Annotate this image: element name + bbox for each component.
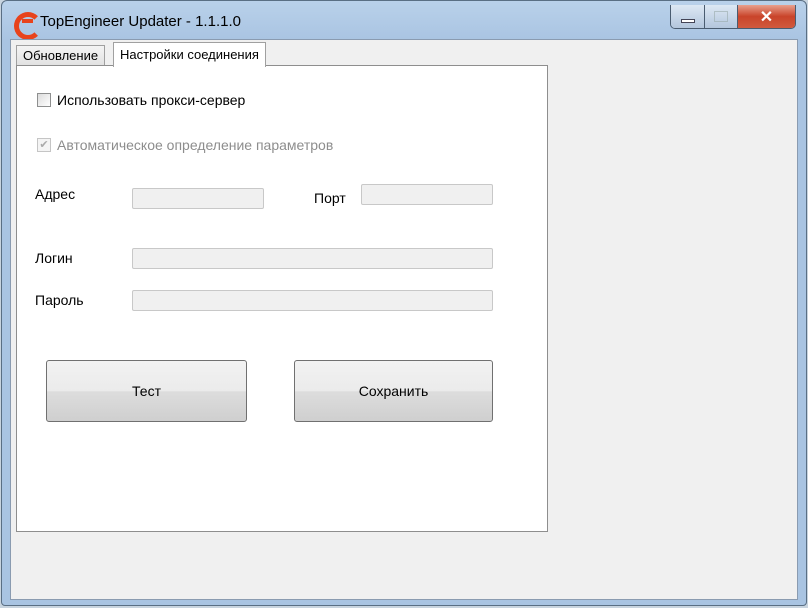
use-proxy-checkbox[interactable]: Использовать прокси-сервер bbox=[37, 92, 245, 108]
auto-detect-label: Автоматическое определение параметров bbox=[57, 137, 334, 153]
password-label: Пароль bbox=[35, 292, 84, 308]
use-proxy-label: Использовать прокси-сервер bbox=[57, 92, 246, 108]
window-title: TopEngineer Updater - 1.1.1.0 bbox=[40, 12, 241, 30]
connection-settings-panel: Использовать прокси-сервер ✔ Автоматичес… bbox=[16, 65, 548, 532]
close-button[interactable]: ✕ bbox=[738, 5, 795, 28]
login-input[interactable] bbox=[132, 248, 493, 269]
client-area: Обновление Настройки соединения Использо… bbox=[10, 39, 798, 600]
window-controls: ✕ bbox=[670, 5, 796, 29]
tab-connection-settings[interactable]: Настройки соединения bbox=[113, 42, 266, 67]
maximize-icon bbox=[714, 11, 728, 22]
check-icon: ✔ bbox=[37, 138, 51, 152]
close-icon: ✕ bbox=[759, 8, 774, 26]
test-button[interactable]: Тест bbox=[46, 360, 247, 422]
address-input[interactable] bbox=[132, 188, 264, 209]
minimize-button[interactable] bbox=[671, 5, 705, 28]
app-logo-icon bbox=[14, 12, 42, 40]
save-button[interactable]: Сохранить bbox=[294, 360, 493, 422]
login-label: Логин bbox=[35, 250, 73, 266]
address-label: Адрес bbox=[35, 186, 76, 202]
password-input[interactable] bbox=[132, 290, 493, 311]
port-label: Порт bbox=[314, 190, 346, 206]
maximize-button[interactable] bbox=[705, 5, 738, 28]
title-bar: TopEngineer Updater - 1.1.1.0 bbox=[14, 9, 241, 40]
app-window: TopEngineer Updater - 1.1.1.0 ✕ Обновлен… bbox=[1, 0, 807, 606]
auto-detect-checkbox[interactable]: ✔ Автоматическое определение параметров bbox=[37, 137, 333, 153]
checkbox-box[interactable] bbox=[37, 93, 51, 107]
tab-update[interactable]: Обновление bbox=[16, 45, 106, 67]
minimize-icon bbox=[680, 18, 695, 23]
port-input[interactable] bbox=[361, 184, 493, 205]
